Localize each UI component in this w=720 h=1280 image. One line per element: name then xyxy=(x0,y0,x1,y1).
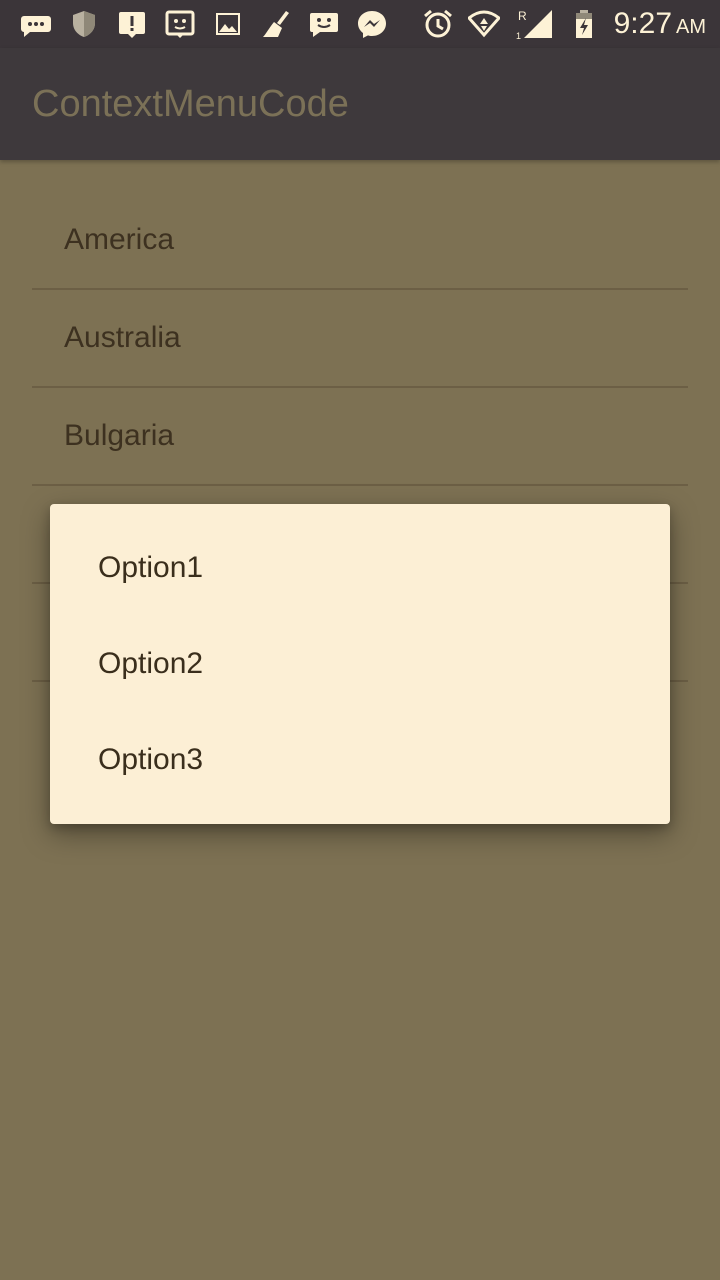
list-item-australia[interactable]: Australia xyxy=(32,290,688,388)
signal-icon: R1 xyxy=(514,8,554,40)
clock: 9:27 AM xyxy=(614,7,706,41)
app-title: ContextMenuCode xyxy=(32,82,349,125)
menu-option-2[interactable]: Option2 xyxy=(50,616,670,712)
wifi-icon xyxy=(467,8,500,40)
menu-option-1[interactable]: Option1 xyxy=(50,520,670,616)
list-item-america[interactable]: America xyxy=(32,192,688,290)
smiley-message-icon xyxy=(308,8,340,40)
clock-time: 9:27 xyxy=(613,7,672,40)
chat-dots-icon xyxy=(20,8,52,40)
face-icon xyxy=(164,8,196,40)
notification-icons xyxy=(20,8,388,40)
list-item-bulgaria[interactable]: Bulgaria xyxy=(32,388,688,486)
image-icon xyxy=(212,8,244,40)
clock-ampm: AM xyxy=(676,16,706,38)
status-bar: R1 9:27 AM xyxy=(0,0,720,48)
signal-sublabel: 1 xyxy=(516,31,521,40)
app-bar: ContextMenuCode xyxy=(0,48,720,160)
broom-icon xyxy=(260,8,292,40)
battery-icon xyxy=(568,8,600,40)
shield-icon xyxy=(68,8,100,40)
menu-option-3[interactable]: Option3 xyxy=(50,712,670,808)
alarm-icon xyxy=(422,8,454,40)
alert-icon xyxy=(116,8,148,40)
signal-label: R xyxy=(518,9,527,23)
system-icons: R1 9:27 AM xyxy=(422,7,706,41)
messenger-icon xyxy=(356,8,388,40)
context-menu: Option1 Option2 Option3 xyxy=(50,504,670,824)
